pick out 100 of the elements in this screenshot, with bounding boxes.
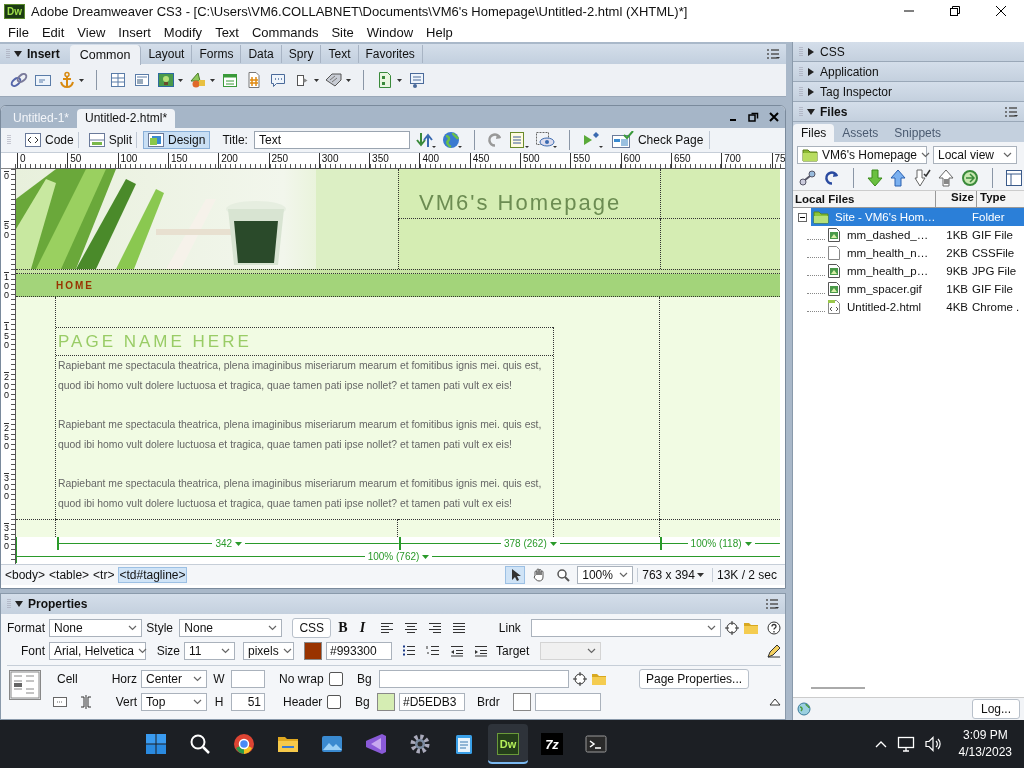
zoom-select[interactable]: 100% <box>577 566 634 584</box>
style-select[interactable]: None <box>179 619 283 638</box>
table-icon[interactable] <box>109 71 127 89</box>
check-page-button[interactable]: Check Page <box>609 131 711 149</box>
align-center-icon[interactable] <box>404 622 419 635</box>
taskbar-app[interactable]: 7z <box>532 724 572 764</box>
page-properties-button[interactable]: Page Properties... <box>639 669 750 690</box>
sync-icon[interactable] <box>961 169 979 187</box>
insert-tab[interactable]: Data <box>241 45 282 63</box>
table-width-label[interactable]: 100% (762) <box>364 550 433 563</box>
bg-color-swatch[interactable] <box>377 693 395 712</box>
file-row[interactable]: mm_dashed_… 1KB GIF File <box>825 226 1024 244</box>
network-icon[interactable] <box>896 736 915 752</box>
view-button[interactable]: Design <box>143 131 211 149</box>
insert-tab[interactable]: Common <box>69 45 142 65</box>
view-button[interactable]: Split <box>84 132 138 148</box>
column-header[interactable]: Type <box>977 191 1024 207</box>
column-width-label[interactable]: 100% (118) <box>687 537 755 550</box>
calendar-icon[interactable] <box>221 71 239 89</box>
caret-icon[interactable] <box>314 78 319 82</box>
column-header[interactable]: Local Files <box>793 191 936 207</box>
caret-icon[interactable] <box>210 78 215 82</box>
split-cell-icon[interactable] <box>79 695 93 710</box>
insert-tab[interactable]: Favorites <box>358 45 423 63</box>
border-color-swatch[interactable] <box>513 693 531 712</box>
taskbar-app[interactable]: Dw <box>488 724 528 764</box>
expanded-arrow-icon[interactable] <box>15 599 23 608</box>
title-field[interactable]: Text <box>253 131 410 149</box>
text-color-swatch[interactable] <box>304 642 322 661</box>
outdent-icon[interactable] <box>450 645 464 658</box>
bg-color-field[interactable]: #D5EDB3 <box>399 693 465 712</box>
justify-icon[interactable] <box>452 622 467 635</box>
unit-select[interactable]: pixels <box>243 642 294 661</box>
close-icon[interactable] <box>769 112 779 122</box>
css-button[interactable]: CSS <box>292 618 332 639</box>
width-field[interactable] <box>231 670 265 689</box>
window-size-select[interactable]: 763 x 394 <box>637 568 708 582</box>
down-arrow-icon[interactable] <box>867 169 883 187</box>
file-row[interactable]: mm_health_n… 2KB CSSFile <box>825 244 1024 262</box>
chain-link-icon[interactable] <box>10 71 28 89</box>
nav-link[interactable]: HOME <box>56 279 94 291</box>
align-right-icon[interactable] <box>428 622 443 635</box>
numbered-list-icon[interactable] <box>426 645 440 658</box>
panel-tab[interactable]: Files <box>793 124 835 142</box>
image-icon[interactable] <box>157 71 175 89</box>
menu-item[interactable]: Insert <box>112 24 158 40</box>
format-select[interactable]: None <box>49 619 143 638</box>
indent-icon[interactable] <box>474 645 488 658</box>
panel-title[interactable]: Application <box>820 64 879 79</box>
up-arrow-icon[interactable] <box>890 169 906 187</box>
clock-date[interactable]: 4/13/2023 <box>958 744 1012 761</box>
edit-icon[interactable] <box>767 644 781 659</box>
collapsed-arrow-icon[interactable] <box>807 47 815 56</box>
clock-time[interactable]: 3:09 PM <box>962 727 1008 744</box>
view-select[interactable]: Local view <box>933 146 1017 164</box>
tag-selector-item[interactable]: <body> <box>5 568 46 582</box>
options-menu-icon[interactable] <box>766 48 780 60</box>
target-icon[interactable] <box>573 672 587 687</box>
file-row[interactable]: Site - VM6's Hom… Folder <box>811 208 1024 226</box>
transfer-arrows-icon[interactable] <box>415 132 436 148</box>
column-width-label[interactable]: 342 <box>212 537 246 550</box>
site-select[interactable]: VM6's Homepage <box>797 146 927 164</box>
collapsed-arrow-icon[interactable] <box>807 87 815 96</box>
tag-icon[interactable] <box>325 71 343 89</box>
options-menu-icon[interactable] <box>1004 105 1018 118</box>
caret-icon[interactable] <box>346 78 351 82</box>
pointer-icon[interactable] <box>505 566 526 584</box>
log-button[interactable]: Log... <box>971 699 1020 719</box>
refresh-icon[interactable] <box>824 170 840 186</box>
collapse-arrow-icon[interactable] <box>769 698 781 707</box>
menu-item[interactable]: Text <box>209 24 246 40</box>
insert-tab[interactable]: Spry <box>281 45 322 63</box>
file-row[interactable]: mm_health_p… 9KB JPG File <box>825 262 1024 280</box>
caret-icon[interactable] <box>79 78 84 82</box>
horz-select[interactable]: Center <box>141 670 207 689</box>
caret-icon[interactable] <box>178 78 183 82</box>
expand-icon[interactable] <box>1006 170 1022 186</box>
file-row[interactable]: Untitled-2.html 4KB Chrome . <box>825 298 1024 316</box>
view-button[interactable]: Code <box>21 132 79 148</box>
options-menu-icon[interactable] <box>765 597 779 610</box>
panel-tab[interactable]: Assets <box>834 124 887 142</box>
vert-select[interactable]: Top <box>141 693 207 712</box>
target-icon[interactable] <box>725 621 739 636</box>
align-left-icon[interactable] <box>380 622 395 635</box>
text-color-field[interactable]: #993300 <box>326 642 392 661</box>
insert-tab[interactable]: Layout <box>141 45 193 63</box>
bold-button[interactable]: B <box>335 620 351 637</box>
menu-item[interactable]: Help <box>420 24 460 40</box>
panel-title[interactable]: Files <box>820 104 848 119</box>
bg-image-field[interactable] <box>379 670 569 689</box>
expanded-arrow-icon[interactable] <box>807 107 815 116</box>
grip-icon[interactable] <box>7 134 11 146</box>
form-icon[interactable] <box>408 71 426 89</box>
check-out-icon[interactable] <box>913 169 931 187</box>
document-tree-icon[interactable] <box>376 71 394 89</box>
chevron-up-icon[interactable] <box>874 740 887 748</box>
menu-item[interactable]: File <box>2 24 36 40</box>
hash-document-icon[interactable] <box>245 71 263 89</box>
globe-icon[interactable] <box>797 702 811 716</box>
caret-icon[interactable] <box>397 78 402 82</box>
